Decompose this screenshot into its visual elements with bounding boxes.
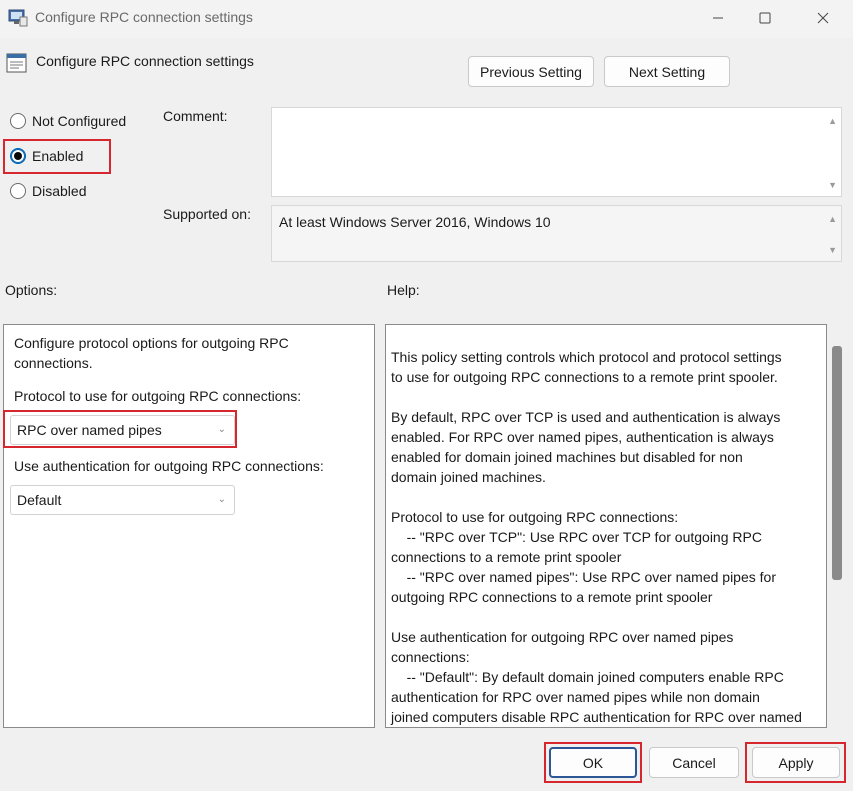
group-policy-app-icon [8, 9, 28, 27]
cancel-button[interactable]: Cancel [649, 747, 739, 778]
help-paragraph: Use authentication for outgoing RPC over… [391, 629, 802, 725]
next-setting-button[interactable]: Next Setting [604, 56, 730, 87]
policy-setting-icon [6, 52, 28, 74]
scroll-down-icon[interactable]: ▼ [828, 245, 837, 255]
setting-title: Configure RPC connection settings [36, 53, 254, 69]
comment-textarea[interactable]: ▲ ▼ [271, 107, 842, 197]
help-text: This policy setting controls which proto… [391, 347, 821, 727]
protocol-highlight-box [3, 410, 237, 448]
previous-setting-button[interactable]: Previous Setting [468, 56, 594, 87]
comment-label: Comment: [163, 108, 228, 124]
radio-not-configured[interactable]: Not Configured [10, 113, 126, 129]
radio-label: Disabled [32, 183, 87, 199]
protocol-label: Protocol to use for outgoing RPC connect… [14, 388, 302, 404]
chevron-down-icon: ⌄ [217, 494, 226, 505]
help-scrollbar-thumb[interactable] [832, 346, 842, 580]
options-label: Options: [5, 282, 58, 298]
scroll-up-icon[interactable]: ▲ [828, 214, 837, 224]
minimize-icon[interactable] [695, 0, 741, 36]
auth-label: Use authentication for outgoing RPC conn… [14, 458, 324, 474]
supported-on-value: At least Windows Server 2016, Windows 10 [279, 214, 551, 230]
help-paragraph: Protocol to use for outgoing RPC connect… [391, 509, 776, 605]
close-icon[interactable] [800, 0, 846, 36]
help-paragraph: By default, RPC over TCP is used and aut… [391, 409, 781, 485]
radio-disabled[interactable]: Disabled [10, 183, 86, 199]
apply-highlight-box [745, 742, 846, 783]
help-paragraph: This policy setting controls which proto… [391, 349, 782, 385]
options-intro-line2: connections. [14, 355, 93, 371]
auth-dropdown[interactable]: Default ⌄ [10, 485, 235, 515]
help-label: Help: [387, 282, 420, 298]
supported-on-field: At least Windows Server 2016, Windows 10… [271, 205, 842, 262]
supported-on-label: Supported on: [163, 206, 251, 222]
scroll-up-icon[interactable]: ▲ [828, 116, 837, 126]
radio-circle[interactable] [10, 113, 26, 129]
maximize-icon[interactable] [742, 0, 788, 36]
help-panel: This policy setting controls which proto… [385, 324, 827, 728]
auth-value: Default [17, 492, 62, 508]
window-title: Configure RPC connection settings [35, 9, 253, 25]
scroll-down-icon[interactable]: ▼ [828, 180, 837, 190]
radio-label: Not Configured [32, 113, 127, 129]
enabled-highlight-box [3, 139, 111, 174]
ok-highlight-box [544, 742, 642, 783]
radio-circle[interactable] [10, 183, 26, 199]
options-panel: Configure protocol options for outgoing … [3, 324, 375, 728]
options-intro-line1: Configure protocol options for outgoing … [14, 335, 289, 351]
